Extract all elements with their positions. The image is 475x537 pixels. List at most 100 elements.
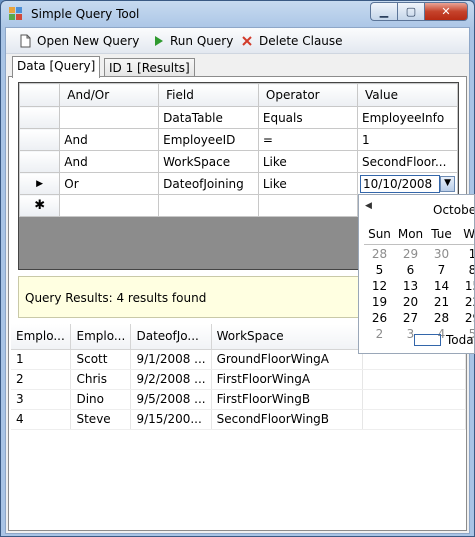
calendar-day[interactable]: 14 [426,279,457,295]
calendar-day[interactable]: 7 [426,263,457,279]
cell-and-or[interactable]: And [59,150,160,173]
column-header-field[interactable]: Field [158,83,259,107]
row-header[interactable] [19,150,61,173]
table-row-current[interactable]: ▶ Or DateofJoining Like 10/10/2008 ▼ [19,172,458,195]
date-picker-cell[interactable]: 10/10/2008 ▼ [357,172,458,195]
calendar-day[interactable]: 2 [364,327,395,343]
cell-and-or[interactable]: And [59,128,160,151]
column-header-operator[interactable]: Operator [257,83,359,107]
cell: 9/15/200... [130,409,212,430]
cell-and-or[interactable] [59,106,160,129]
cell: 9/5/2008 ... [130,389,212,410]
table-row[interactable]: And EmployeeID = 1 [19,128,458,151]
run-query-button[interactable]: Run Query [151,32,233,50]
cell-filler [362,389,466,410]
calendar-week: 12131415 [364,279,474,295]
date-picker-calendar[interactable]: ◀ October Sun Mon Tue We 2829301 5678 12… [358,194,475,354]
cell-operator[interactable]: Equals [257,106,359,129]
cell: Chris [70,369,132,390]
row-header[interactable] [19,128,61,151]
table-row[interactable]: 2 Chris 9/2/2008 ... FirstFloorWingA [11,369,466,390]
cell-and-or[interactable]: Or [59,172,160,195]
calendar-week: 5678 [364,263,474,279]
weekday-label: Sun [368,227,391,241]
calendar-week: 2829301 [364,247,474,263]
cell-field[interactable] [158,194,259,217]
dropdown-arrow-icon[interactable]: ▼ [440,175,456,192]
column-header-and-or[interactable]: And/Or [59,83,160,107]
cell-value[interactable]: 1 [357,128,458,151]
cell-and-or[interactable] [59,194,160,217]
cell-operator[interactable] [257,194,359,217]
maximize-icon: ▢ [405,5,417,18]
row-header-corner [19,83,61,107]
column-header-value[interactable]: Value [357,83,458,107]
tab-id1-results[interactable]: ID 1 [Results] [104,58,195,77]
calendar-month-title[interactable]: October [433,203,474,217]
cell-value[interactable]: EmployeeInfo [357,106,458,129]
results-grid: Emplo... Emplo... DateofJo... WorkSpace … [11,324,466,529]
cell: 2 [11,369,72,390]
calendar-day[interactable]: 1 [457,247,474,263]
cell-field[interactable]: DateofJoining [158,172,259,195]
close-icon: ✕ [441,5,451,18]
minimize-button[interactable]: ▁ [370,2,397,21]
cell-field[interactable]: WorkSpace [158,150,259,173]
calendar-day[interactable]: 15 [457,279,474,295]
close-button[interactable]: ✕ [424,2,468,21]
calendar-day[interactable]: 30 [426,247,457,263]
calendar-day[interactable]: 19 [364,295,395,311]
calendar-day[interactable]: 13 [395,279,426,295]
cell: 1 [11,349,72,370]
table-row[interactable]: And WorkSpace Like SecondFloor... [19,150,458,173]
cell: Steve [70,409,132,430]
calendar-day[interactable]: 5 [364,263,395,279]
delete-clause-label: Delete Clause [259,34,343,48]
tab-data-query[interactable]: Data [Query] [12,56,101,78]
calendar-day[interactable]: 26 [364,311,395,327]
cell-operator[interactable]: Like [257,172,359,195]
open-new-query-button[interactable]: Open New Query [18,32,139,50]
row-header[interactable] [19,106,61,129]
column-header-workspace[interactable]: WorkSpace [211,324,364,350]
cell: FirstFloorWingB [211,389,364,410]
date-picker-input[interactable]: 10/10/2008 [360,174,441,193]
cell-field[interactable]: EmployeeID [158,128,259,151]
calendar-day[interactable]: 12 [364,279,395,295]
previous-month-icon[interactable]: ◀ [365,201,372,211]
delete-clause-button[interactable]: Delete Clause [240,32,343,50]
cell: GroundFloorWingA [211,349,364,370]
cell-operator[interactable]: = [257,128,359,151]
cell: 4 [11,409,72,430]
calendar-day[interactable]: 29 [457,311,474,327]
column-header-employee-name[interactable]: Emplo... [70,324,132,350]
table-row[interactable]: DataTable Equals EmployeeInfo [19,106,458,129]
column-header-employee-id[interactable]: Emplo... [11,324,72,350]
calendar-day[interactable]: 8 [457,263,474,279]
calendar-week: 19202122 [364,295,474,311]
today-link[interactable]: Today [414,333,474,347]
cell-operator[interactable]: Like [257,150,359,173]
cell-field[interactable]: DataTable [158,106,259,129]
current-row-arrow-icon[interactable]: ▶ [19,172,61,195]
table-row[interactable]: 4 Steve 9/15/200... SecondFloorWingB [11,409,466,430]
cell-value[interactable]: SecondFloor... [357,150,458,173]
maximize-button[interactable]: ▢ [397,2,424,21]
app-icon [9,7,23,20]
calendar-day[interactable]: 28 [426,311,457,327]
weekday-label: Mon [397,227,424,241]
column-header-date-of-joining[interactable]: DateofJo... [130,324,212,350]
title-bar[interactable]: Simple Query Tool ▁ ▢ ✕ [1,1,474,27]
calendar-day[interactable]: 20 [395,295,426,311]
calendar-weekday-row: Sun Mon Tue We [364,227,475,245]
new-row-asterisk-icon[interactable]: ✱ [19,194,61,217]
weekday-label: We [463,227,475,241]
calendar-day[interactable]: 29 [395,247,426,263]
calendar-day[interactable]: 21 [426,295,457,311]
calendar-day[interactable]: 27 [395,311,426,327]
cell-filler [362,409,466,430]
calendar-day[interactable]: 28 [364,247,395,263]
table-row[interactable]: 3 Dino 9/5/2008 ... FirstFloorWingB [11,389,466,410]
calendar-day[interactable]: 22 [457,295,474,311]
calendar-day[interactable]: 6 [395,263,426,279]
